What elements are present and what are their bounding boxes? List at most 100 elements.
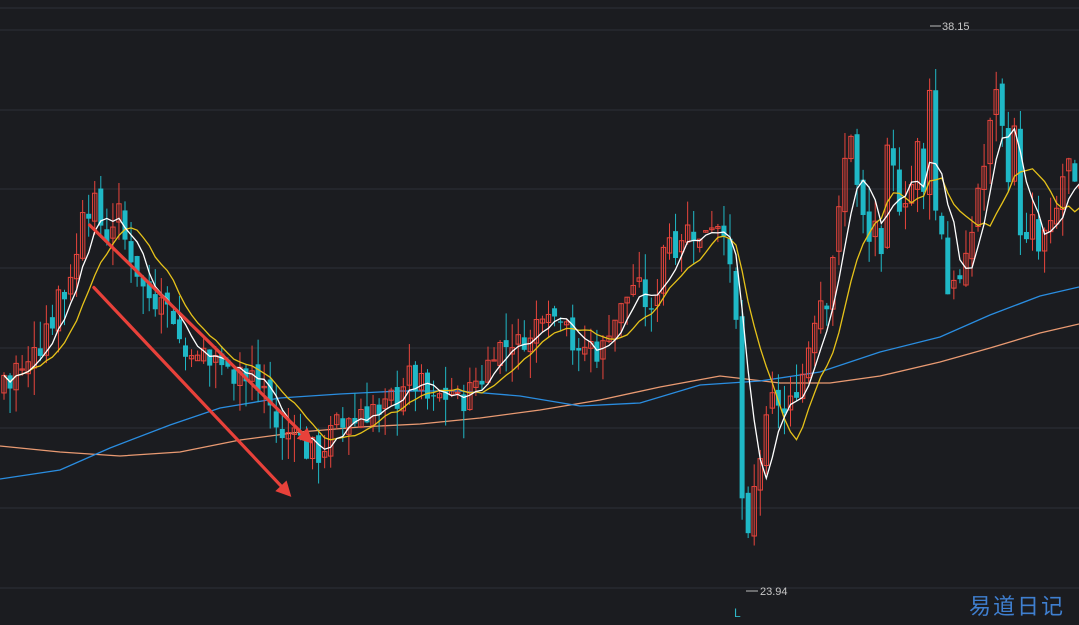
candle-148 (896, 147, 902, 216)
candle-171 (1036, 195, 1042, 260)
candle-8 (49, 304, 55, 335)
candle-27 (164, 286, 170, 328)
candle-body (854, 134, 860, 185)
candle-body (170, 310, 176, 325)
high-annotation: 38.15 (930, 21, 970, 33)
candle-154 (933, 68, 939, 221)
candle-70 (425, 369, 430, 410)
candle-body (576, 348, 582, 351)
candle-69 (418, 364, 425, 400)
candle-body (673, 231, 679, 258)
candle-163 (987, 117, 993, 184)
candle-64 (388, 387, 394, 407)
candle-52 (316, 428, 322, 484)
candle-body (431, 395, 437, 397)
candle-body (860, 179, 866, 215)
candle-156 (945, 221, 951, 295)
candle-59 (358, 398, 364, 429)
candle-111 (673, 213, 679, 265)
candle-85 (515, 318, 521, 370)
candle-body (890, 148, 896, 166)
candle-16 (98, 175, 104, 238)
candle-body (207, 349, 213, 366)
candle-13 (79, 200, 86, 261)
candle-79 (479, 364, 485, 391)
candle-body (721, 225, 727, 237)
candle-99 (600, 335, 606, 380)
candle-144 (872, 200, 878, 257)
candle-body (86, 213, 92, 219)
candle-body (558, 321, 564, 323)
candle-5 (31, 321, 37, 395)
candle-147 (890, 129, 896, 192)
candle-116 (703, 230, 709, 233)
candle-body (340, 418, 346, 428)
candle-166 (1005, 111, 1011, 192)
candle-138 (836, 195, 842, 266)
candle-157 (951, 270, 957, 300)
candle-153 (926, 78, 933, 220)
candle-body (1072, 163, 1078, 182)
ma120-path (0, 323, 1079, 457)
candle-55 (334, 412, 340, 430)
candle-165 (999, 78, 1005, 147)
candle-body (231, 369, 237, 384)
candle-77 (467, 367, 473, 411)
candle-83 (503, 313, 509, 372)
candle-155 (939, 212, 945, 240)
candle-133 (805, 341, 812, 383)
candle-134 (812, 315, 818, 367)
candle-117 (709, 210, 715, 234)
candle-81 (491, 347, 497, 362)
candle-143 (866, 186, 872, 262)
candle-body (745, 492, 751, 534)
candlestick-chart: 38.15 23.94 L (0, 7, 1079, 620)
candle-44 (267, 361, 273, 429)
candle-146 (884, 137, 890, 249)
candle-body (594, 341, 600, 362)
candle-73 (443, 366, 449, 426)
candle-body (733, 271, 739, 320)
candle-67 (406, 344, 413, 405)
candle-82 (497, 340, 503, 374)
candle-body (479, 380, 485, 385)
candle-body (552, 308, 558, 317)
candle-120 (727, 214, 733, 283)
low-label: 23.94 (760, 586, 788, 598)
candle-body (37, 348, 43, 356)
candle-4 (25, 346, 31, 388)
candle-41 (249, 345, 255, 401)
candle-149 (902, 181, 909, 230)
candle-168 (1017, 110, 1023, 255)
candle-177 (1072, 159, 1078, 182)
candle-32 (194, 350, 201, 362)
candle-101 (612, 319, 618, 352)
candle-75 (455, 385, 461, 400)
candle-body (896, 169, 902, 212)
candle-96 (582, 325, 588, 362)
ma60-line (0, 286, 1079, 480)
candles (1, 68, 1079, 546)
candle-30 (183, 337, 188, 371)
candle-54 (328, 416, 334, 468)
candle-2 (13, 355, 19, 412)
candle-body (62, 291, 67, 300)
candle-3 (19, 355, 25, 376)
candle-104 (630, 264, 636, 297)
candle-151 (914, 137, 921, 213)
candle-164 (993, 71, 999, 142)
candle-35 (213, 346, 219, 389)
candle-18 (110, 203, 116, 266)
candle-152 (921, 142, 927, 210)
candle-119 (721, 205, 727, 256)
candle-6 (37, 321, 43, 362)
candle-89 (539, 315, 546, 333)
candle-28 (170, 308, 176, 325)
ma120-line (0, 323, 1079, 457)
candle-19 (116, 182, 122, 240)
candle-170 (1029, 192, 1036, 251)
candle-140 (848, 134, 854, 163)
candle-9 (55, 285, 62, 353)
candle-93 (563, 319, 570, 337)
candle-173 (1047, 197, 1054, 244)
